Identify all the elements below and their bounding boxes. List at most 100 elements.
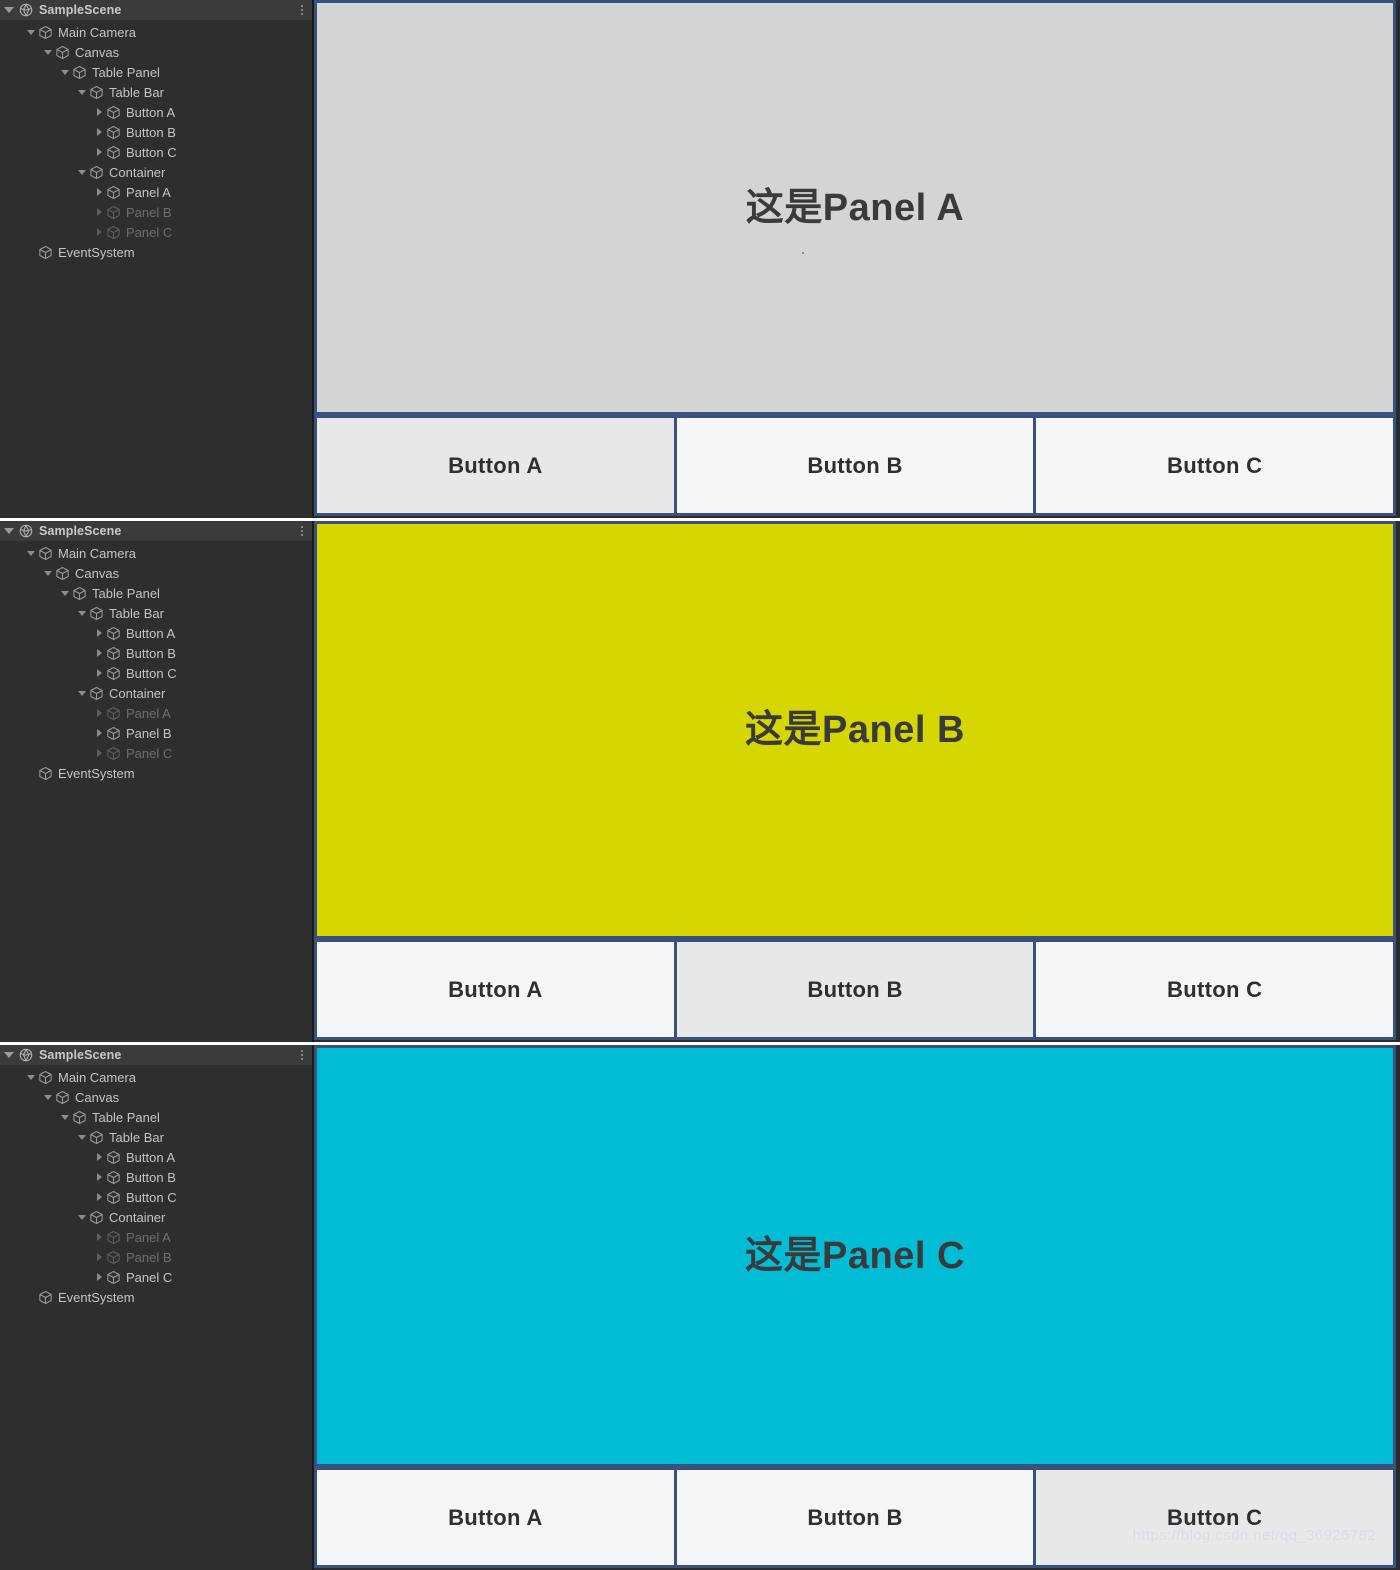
tree-expand-arrow[interactable] [76,610,88,616]
hierarchy-node-panel-c[interactable]: Panel C [0,1267,312,1287]
hierarchy-node-panel-a[interactable]: Panel A [0,703,312,723]
hierarchy-node-label: Main Camera [58,545,137,561]
tab-button-button-c[interactable]: Button C [1033,1467,1397,1568]
tree-expand-arrow[interactable] [93,669,105,677]
hierarchy-node-button-b[interactable]: Button B [0,1167,312,1187]
triangle-down-icon[interactable] [4,1052,14,1058]
hierarchy-node-button-a[interactable]: Button A [0,623,312,643]
hierarchy-node-main-camera[interactable]: Main Camera [0,543,312,563]
hierarchy-node-main-camera[interactable]: Main Camera [0,22,312,42]
tab-button-button-c[interactable]: Button C [1033,939,1397,1040]
hierarchy-node-container[interactable]: Container [0,162,312,182]
hierarchy-node-label: Button A [126,1149,176,1165]
hierarchy-node-eventsystem[interactable]: EventSystem [0,763,312,783]
tree-expand-arrow[interactable] [93,1273,105,1281]
tab-button-button-b[interactable]: Button B [673,415,1037,516]
hierarchy-node-canvas[interactable]: Canvas [0,42,312,62]
hierarchy-node-table-bar[interactable]: Table Bar [0,82,312,102]
hierarchy-node-canvas[interactable]: Canvas [0,563,312,583]
hierarchy-node-panel-a[interactable]: Panel A [0,182,312,202]
hierarchy-node-panel-b[interactable]: Panel B [0,1247,312,1267]
hierarchy-node-panel-c[interactable]: Panel C [0,743,312,763]
tree-expand-arrow[interactable] [42,49,54,55]
hierarchy-node-eventsystem[interactable]: EventSystem [0,1287,312,1307]
tree-expand-arrow[interactable] [93,709,105,717]
tree-expand-arrow[interactable] [42,570,54,576]
hierarchy-node-main-camera[interactable]: Main Camera [0,1067,312,1087]
tab-button-button-a[interactable]: Button A [314,1467,677,1568]
kebab-menu-icon[interactable] [298,1048,306,1062]
hierarchy-tree: Main Camera Canvas Table Panel Table Bar But… [0,20,312,262]
tree-expand-arrow[interactable] [42,1094,54,1100]
hierarchy-node-button-b[interactable]: Button B [0,643,312,663]
hierarchy-scene-header[interactable]: SampleScene [0,521,312,541]
tree-expand-arrow[interactable] [93,749,105,757]
tree-expand-arrow[interactable] [59,69,71,75]
hierarchy-node-panel-c[interactable]: Panel C [0,222,312,242]
tree-expand-arrow[interactable] [93,1253,105,1261]
tree-expand-arrow[interactable] [93,729,105,737]
tree-expand-arrow[interactable] [93,188,105,196]
tree-expand-arrow[interactable] [93,148,105,156]
hierarchy-node-table-panel[interactable]: Table Panel [0,1107,312,1127]
tree-expand-arrow[interactable] [93,208,105,216]
hierarchy-node-button-c[interactable]: Button C [0,142,312,162]
hierarchy-node-container[interactable]: Container [0,683,312,703]
hierarchy-node-table-panel[interactable]: Table Panel [0,583,312,603]
panel-dot-marker [802,252,804,255]
tree-expand-arrow[interactable] [25,550,37,556]
content-panel: 这是Panel B [314,521,1396,939]
hierarchy-node-label: Panel C [126,745,173,761]
content-panel: 这是Panel C [314,1045,1396,1467]
tree-expand-arrow[interactable] [25,29,37,35]
hierarchy-node-button-a[interactable]: Button A [0,1147,312,1167]
tree-expand-arrow[interactable] [59,1114,71,1120]
hierarchy-node-table-panel[interactable]: Table Panel [0,62,312,82]
tab-button-button-a[interactable]: Button A [314,939,677,1040]
hierarchy-node-table-bar[interactable]: Table Bar [0,1127,312,1147]
tree-expand-arrow[interactable] [76,1214,88,1220]
gameobject-cube-icon [89,85,104,100]
hierarchy-node-panel-a[interactable]: Panel A [0,1227,312,1247]
gameobject-cube-icon [55,566,70,581]
tab-button-button-b[interactable]: Button B [673,939,1037,1040]
hierarchy-node-button-b[interactable]: Button B [0,122,312,142]
hierarchy-node-eventsystem[interactable]: EventSystem [0,242,312,262]
hierarchy-node-button-c[interactable]: Button C [0,1187,312,1207]
hierarchy-node-label: Button B [126,645,176,661]
kebab-menu-icon[interactable] [298,524,306,538]
hierarchy-node-label: EventSystem [58,244,135,260]
hierarchy-node-panel-b[interactable]: Panel B [0,202,312,222]
tree-expand-arrow[interactable] [93,1193,105,1201]
tab-button-button-a[interactable]: Button A [314,415,677,516]
tab-button-button-c[interactable]: Button C [1033,415,1397,516]
tree-expand-arrow[interactable] [76,169,88,175]
hierarchy-node-button-a[interactable]: Button A [0,102,312,122]
tree-expand-arrow[interactable] [76,690,88,696]
tree-expand-arrow[interactable] [76,1134,88,1140]
hierarchy-node-table-bar[interactable]: Table Bar [0,603,312,623]
tree-expand-arrow[interactable] [93,629,105,637]
hierarchy-scene-header[interactable]: SampleScene [0,0,312,20]
hierarchy-node-canvas[interactable]: Canvas [0,1087,312,1107]
hierarchy-node-container[interactable]: Container [0,1207,312,1227]
hierarchy-scene-header[interactable]: SampleScene [0,1045,312,1065]
tree-expand-arrow[interactable] [76,89,88,95]
tree-expand-arrow[interactable] [93,1173,105,1181]
tab-button-button-b[interactable]: Button B [673,1467,1037,1568]
tree-expand-arrow[interactable] [93,108,105,116]
hierarchy-node-button-c[interactable]: Button C [0,663,312,683]
triangle-down-icon[interactable] [4,528,14,534]
hierarchy-node-panel-b[interactable]: Panel B [0,723,312,743]
tree-expand-arrow[interactable] [93,649,105,657]
triangle-down-icon[interactable] [4,7,14,13]
tree-expand-arrow[interactable] [93,1153,105,1161]
hierarchy-node-label: EventSystem [58,765,135,781]
tree-expand-arrow[interactable] [93,128,105,136]
tree-expand-arrow[interactable] [25,1074,37,1080]
tree-expand-arrow[interactable] [59,590,71,596]
kebab-menu-icon[interactable] [298,3,306,17]
tree-expand-arrow[interactable] [93,228,105,236]
tree-expand-arrow[interactable] [93,1233,105,1241]
tab-button-label: Button B [807,452,903,478]
